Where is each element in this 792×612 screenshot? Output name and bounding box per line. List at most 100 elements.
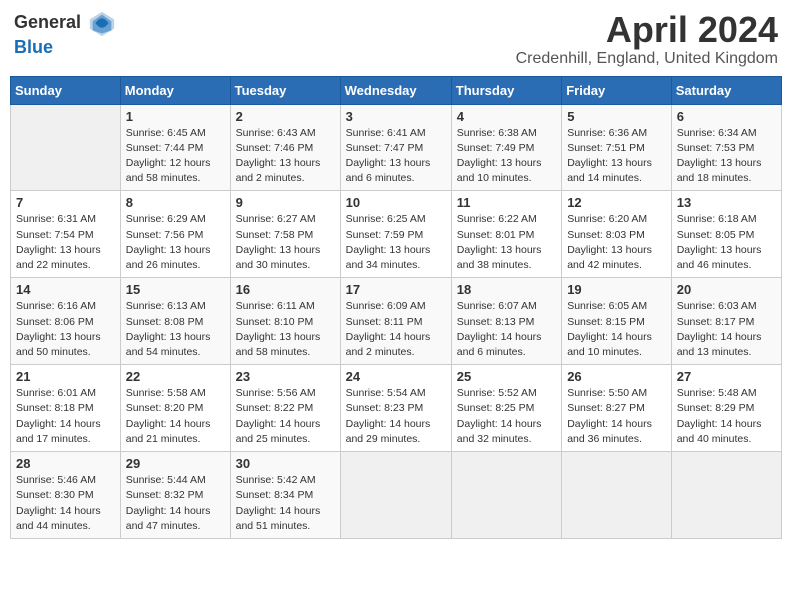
calendar-week-row: 1 Sunrise: 6:45 AMSunset: 7:44 PMDaylight… <box>11 104 782 191</box>
day-info: Sunrise: 6:05 AMSunset: 8:15 PMDaylight:… <box>567 299 666 360</box>
day-number: 12 <box>567 195 666 210</box>
calendar-cell <box>11 104 121 191</box>
calendar-week-row: 14 Sunrise: 6:16 AMSunset: 8:06 PMDayligh… <box>11 278 782 365</box>
day-info: Sunrise: 6:07 AMSunset: 8:13 PMDaylight:… <box>457 299 556 360</box>
calendar-cell: 18Sunrise: 6:07 AMSunset: 8:13 PMDayligh… <box>451 278 561 365</box>
calendar-cell <box>340 452 451 539</box>
calendar-cell: 15 Sunrise: 6:13 AMSunset: 8:08 PMDayligh… <box>120 278 230 365</box>
calendar-body: 1 Sunrise: 6:45 AMSunset: 7:44 PMDaylight… <box>11 104 782 538</box>
calendar-week-row: 7 Sunrise: 6:31 AMSunset: 7:54 PMDaylight… <box>11 191 782 278</box>
calendar-cell: 30 Sunrise: 5:42 AMSunset: 8:34 PMDayligh… <box>230 452 340 539</box>
page-subtitle: Credenhill, England, United Kingdom <box>516 50 778 68</box>
day-info: Sunrise: 6:09 AMSunset: 8:11 PMDaylight:… <box>346 299 446 360</box>
calendar-cell: 25 Sunrise: 5:52 AMSunset: 8:25 PMDayligh… <box>451 365 561 452</box>
calendar-cell: 20 Sunrise: 6:03 AMSunset: 8:17 PMDayligh… <box>671 278 781 365</box>
day-info: Sunrise: 6:34 AMSunset: 7:53 PMDaylight:… <box>677 126 776 187</box>
calendar-cell: 10 Sunrise: 6:25 AMSunset: 7:59 PMDayligh… <box>340 191 451 278</box>
day-info: Sunrise: 6:03 AMSunset: 8:17 PMDaylight:… <box>677 299 776 360</box>
day-info: Sunrise: 6:13 AMSunset: 8:08 PMDaylight:… <box>126 299 225 360</box>
calendar-cell: 29Sunrise: 5:44 AMSunset: 8:32 PMDayligh… <box>120 452 230 539</box>
calendar-cell: 11 Sunrise: 6:22 AMSunset: 8:01 PMDayligh… <box>451 191 561 278</box>
calendar-cell: 14 Sunrise: 6:16 AMSunset: 8:06 PMDayligh… <box>11 278 121 365</box>
day-number: 7 <box>16 195 115 210</box>
calendar-cell: 28 Sunrise: 5:46 AMSunset: 8:30 PMDayligh… <box>11 452 121 539</box>
calendar-cell: 3 Sunrise: 6:41 AMSunset: 7:47 PMDaylight… <box>340 104 451 191</box>
day-info: Sunrise: 5:42 AMSunset: 8:34 PMDaylight:… <box>236 473 335 534</box>
calendar-header: SundayMondayTuesdayWednesdayThursdayFrid… <box>11 76 782 104</box>
day-number: 17 <box>346 282 446 297</box>
day-number: 28 <box>16 456 115 471</box>
weekday-header-thursday: Thursday <box>451 76 561 104</box>
calendar-cell: 16Sunrise: 6:11 AMSunset: 8:10 PMDayligh… <box>230 278 340 365</box>
day-number: 30 <box>236 456 335 471</box>
weekday-header-tuesday: Tuesday <box>230 76 340 104</box>
day-number: 20 <box>677 282 776 297</box>
calendar-cell: 4Sunrise: 6:38 AMSunset: 7:49 PMDaylight… <box>451 104 561 191</box>
day-number: 23 <box>236 369 335 384</box>
calendar-cell: 19 Sunrise: 6:05 AMSunset: 8:15 PMDayligh… <box>562 278 672 365</box>
logo: General Blue <box>14 10 116 58</box>
weekday-header-wednesday: Wednesday <box>340 76 451 104</box>
day-info: Sunrise: 5:52 AMSunset: 8:25 PMDaylight:… <box>457 386 556 447</box>
day-number: 24 <box>346 369 446 384</box>
day-info: Sunrise: 6:43 AMSunset: 7:46 PMDaylight:… <box>236 126 335 187</box>
calendar-cell: 8 Sunrise: 6:29 AMSunset: 7:56 PMDaylight… <box>120 191 230 278</box>
day-number: 11 <box>457 195 556 210</box>
day-number: 8 <box>126 195 225 210</box>
calendar-week-row: 28 Sunrise: 5:46 AMSunset: 8:30 PMDayligh… <box>11 452 782 539</box>
day-number: 3 <box>346 109 446 124</box>
day-number: 5 <box>567 109 666 124</box>
header: General Blue April 2024 Credenhill, Engl… <box>10 10 782 68</box>
logo-blue: Blue <box>14 38 116 58</box>
day-number: 27 <box>677 369 776 384</box>
day-info: Sunrise: 6:31 AMSunset: 7:54 PMDaylight:… <box>16 212 115 273</box>
day-info: Sunrise: 6:45 AMSunset: 7:44 PMDaylight:… <box>126 126 225 187</box>
calendar-cell: 5 Sunrise: 6:36 AMSunset: 7:51 PMDaylight… <box>562 104 672 191</box>
day-info: Sunrise: 6:29 AMSunset: 7:56 PMDaylight:… <box>126 212 225 273</box>
day-number: 1 <box>126 109 225 124</box>
day-number: 21 <box>16 369 115 384</box>
calendar-cell: 23 Sunrise: 5:56 AMSunset: 8:22 PMDayligh… <box>230 365 340 452</box>
calendar-cell: 21Sunrise: 6:01 AMSunset: 8:18 PMDayligh… <box>11 365 121 452</box>
calendar-cell <box>671 452 781 539</box>
day-info: Sunrise: 6:41 AMSunset: 7:47 PMDaylight:… <box>346 126 446 187</box>
day-number: 2 <box>236 109 335 124</box>
calendar-cell: 13Sunrise: 6:18 AMSunset: 8:05 PMDayligh… <box>671 191 781 278</box>
calendar-cell: 2 Sunrise: 6:43 AMSunset: 7:46 PMDaylight… <box>230 104 340 191</box>
day-info: Sunrise: 6:18 AMSunset: 8:05 PMDaylight:… <box>677 212 776 273</box>
day-number: 14 <box>16 282 115 297</box>
weekday-header-monday: Monday <box>120 76 230 104</box>
day-number: 10 <box>346 195 446 210</box>
title-block: April 2024 Credenhill, England, United K… <box>516 10 778 68</box>
weekday-header-friday: Friday <box>562 76 672 104</box>
day-info: Sunrise: 5:50 AMSunset: 8:27 PMDaylight:… <box>567 386 666 447</box>
weekday-header-row: SundayMondayTuesdayWednesdayThursdayFrid… <box>11 76 782 104</box>
calendar: SundayMondayTuesdayWednesdayThursdayFrid… <box>10 76 782 539</box>
day-info: Sunrise: 5:48 AMSunset: 8:29 PMDaylight:… <box>677 386 776 447</box>
day-number: 15 <box>126 282 225 297</box>
calendar-cell: 12Sunrise: 6:20 AMSunset: 8:03 PMDayligh… <box>562 191 672 278</box>
day-info: Sunrise: 6:36 AMSunset: 7:51 PMDaylight:… <box>567 126 666 187</box>
day-number: 22 <box>126 369 225 384</box>
day-info: Sunrise: 6:16 AMSunset: 8:06 PMDaylight:… <box>16 299 115 360</box>
weekday-header-sunday: Sunday <box>11 76 121 104</box>
day-number: 16 <box>236 282 335 297</box>
day-info: Sunrise: 5:46 AMSunset: 8:30 PMDaylight:… <box>16 473 115 534</box>
calendar-cell: 27 Sunrise: 5:48 AMSunset: 8:29 PMDayligh… <box>671 365 781 452</box>
day-number: 9 <box>236 195 335 210</box>
page-title: April 2024 <box>516 10 778 50</box>
day-info: Sunrise: 5:44 AMSunset: 8:32 PMDaylight:… <box>126 473 225 534</box>
day-info: Sunrise: 6:25 AMSunset: 7:59 PMDaylight:… <box>346 212 446 273</box>
calendar-week-row: 21Sunrise: 6:01 AMSunset: 8:18 PMDayligh… <box>11 365 782 452</box>
day-number: 4 <box>457 109 556 124</box>
calendar-cell: 17 Sunrise: 6:09 AMSunset: 8:11 PMDayligh… <box>340 278 451 365</box>
day-info: Sunrise: 5:56 AMSunset: 8:22 PMDaylight:… <box>236 386 335 447</box>
day-info: Sunrise: 5:58 AMSunset: 8:20 PMDaylight:… <box>126 386 225 447</box>
calendar-cell: 9Sunrise: 6:27 AMSunset: 7:58 PMDaylight… <box>230 191 340 278</box>
calendar-cell: 6Sunrise: 6:34 AMSunset: 7:53 PMDaylight… <box>671 104 781 191</box>
day-number: 19 <box>567 282 666 297</box>
day-info: Sunrise: 6:22 AMSunset: 8:01 PMDaylight:… <box>457 212 556 273</box>
calendar-cell: 22 Sunrise: 5:58 AMSunset: 8:20 PMDayligh… <box>120 365 230 452</box>
calendar-cell <box>562 452 672 539</box>
day-number: 25 <box>457 369 556 384</box>
